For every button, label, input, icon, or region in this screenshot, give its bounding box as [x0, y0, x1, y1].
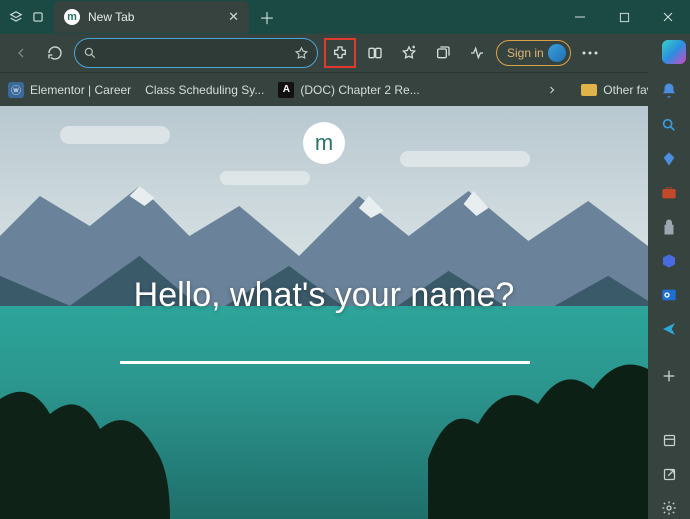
search-icon	[83, 46, 97, 60]
favorites-button[interactable]	[394, 38, 424, 68]
tools-icon[interactable]	[658, 250, 680, 272]
diamond-icon[interactable]	[658, 148, 680, 170]
bookmark-label: Elementor | Career	[30, 83, 131, 97]
bookmark-label: (DOC) Chapter 2 Re...	[300, 83, 419, 97]
window-minimize-button[interactable]	[558, 0, 602, 34]
copilot-icon[interactable]	[662, 40, 686, 64]
collections-sidebar-icon[interactable]	[658, 429, 680, 451]
split-screen-button[interactable]	[360, 38, 390, 68]
address-bar[interactable]	[74, 38, 318, 68]
shopping-icon[interactable]	[658, 182, 680, 204]
bookmark-item[interactable]: Class Scheduling Sy...	[145, 83, 264, 97]
momentum-logo: m	[303, 122, 345, 164]
back-button[interactable]	[6, 38, 36, 68]
bookmark-label: Class Scheduling Sy...	[145, 83, 264, 97]
extensions-button[interactable]	[324, 38, 356, 68]
address-input[interactable]	[103, 46, 288, 60]
name-input-underline[interactable]	[120, 361, 530, 364]
bookmark-item[interactable]: A (DOC) Chapter 2 Re...	[278, 82, 419, 98]
greeting-text: Hello, what's your name?	[0, 276, 648, 315]
collections-button[interactable]	[428, 38, 458, 68]
favorite-star-icon[interactable]	[294, 46, 309, 61]
add-sidebar-icon[interactable]	[658, 365, 680, 387]
bookmarks-bar: ⓦ Elementor | Career Class Scheduling Sy…	[0, 72, 690, 106]
window-maximize-button[interactable]	[602, 0, 646, 34]
tab-actions-icon[interactable]	[30, 9, 46, 25]
refresh-button[interactable]	[40, 38, 70, 68]
sign-in-label: Sign in	[507, 46, 544, 60]
external-link-icon[interactable]	[658, 463, 680, 485]
workspaces-icon[interactable]	[8, 9, 24, 25]
avatar-icon	[548, 44, 566, 62]
settings-gear-icon[interactable]	[658, 497, 680, 519]
new-tab-button[interactable]: ＋	[249, 5, 285, 29]
bell-icon[interactable]	[658, 80, 680, 102]
search-sidebar-icon[interactable]	[658, 114, 680, 136]
academia-icon: A	[278, 82, 294, 98]
performance-button[interactable]	[462, 38, 492, 68]
browser-tab[interactable]: m New Tab ✕	[54, 1, 249, 33]
tab-favicon: m	[64, 9, 80, 25]
sign-in-button[interactable]: Sign in	[496, 40, 571, 66]
page-content: m Hello, what's your name?	[0, 106, 648, 519]
more-menu-button[interactable]	[575, 38, 605, 68]
wordpress-icon: ⓦ	[8, 82, 24, 98]
edge-sidebar	[648, 72, 690, 519]
bookmarks-overflow-button[interactable]	[537, 75, 567, 105]
close-tab-icon[interactable]: ✕	[228, 9, 239, 25]
titlebar: m New Tab ✕ ＋	[0, 0, 690, 34]
tab-title: New Tab	[88, 10, 220, 24]
folder-icon	[581, 84, 597, 96]
games-icon[interactable]	[658, 216, 680, 238]
toolbar: Sign in	[0, 34, 690, 72]
bookmark-item[interactable]: ⓦ Elementor | Career	[8, 82, 131, 98]
send-icon[interactable]	[658, 318, 680, 340]
window-close-button[interactable]	[646, 0, 690, 34]
outlook-icon[interactable]	[658, 284, 680, 306]
